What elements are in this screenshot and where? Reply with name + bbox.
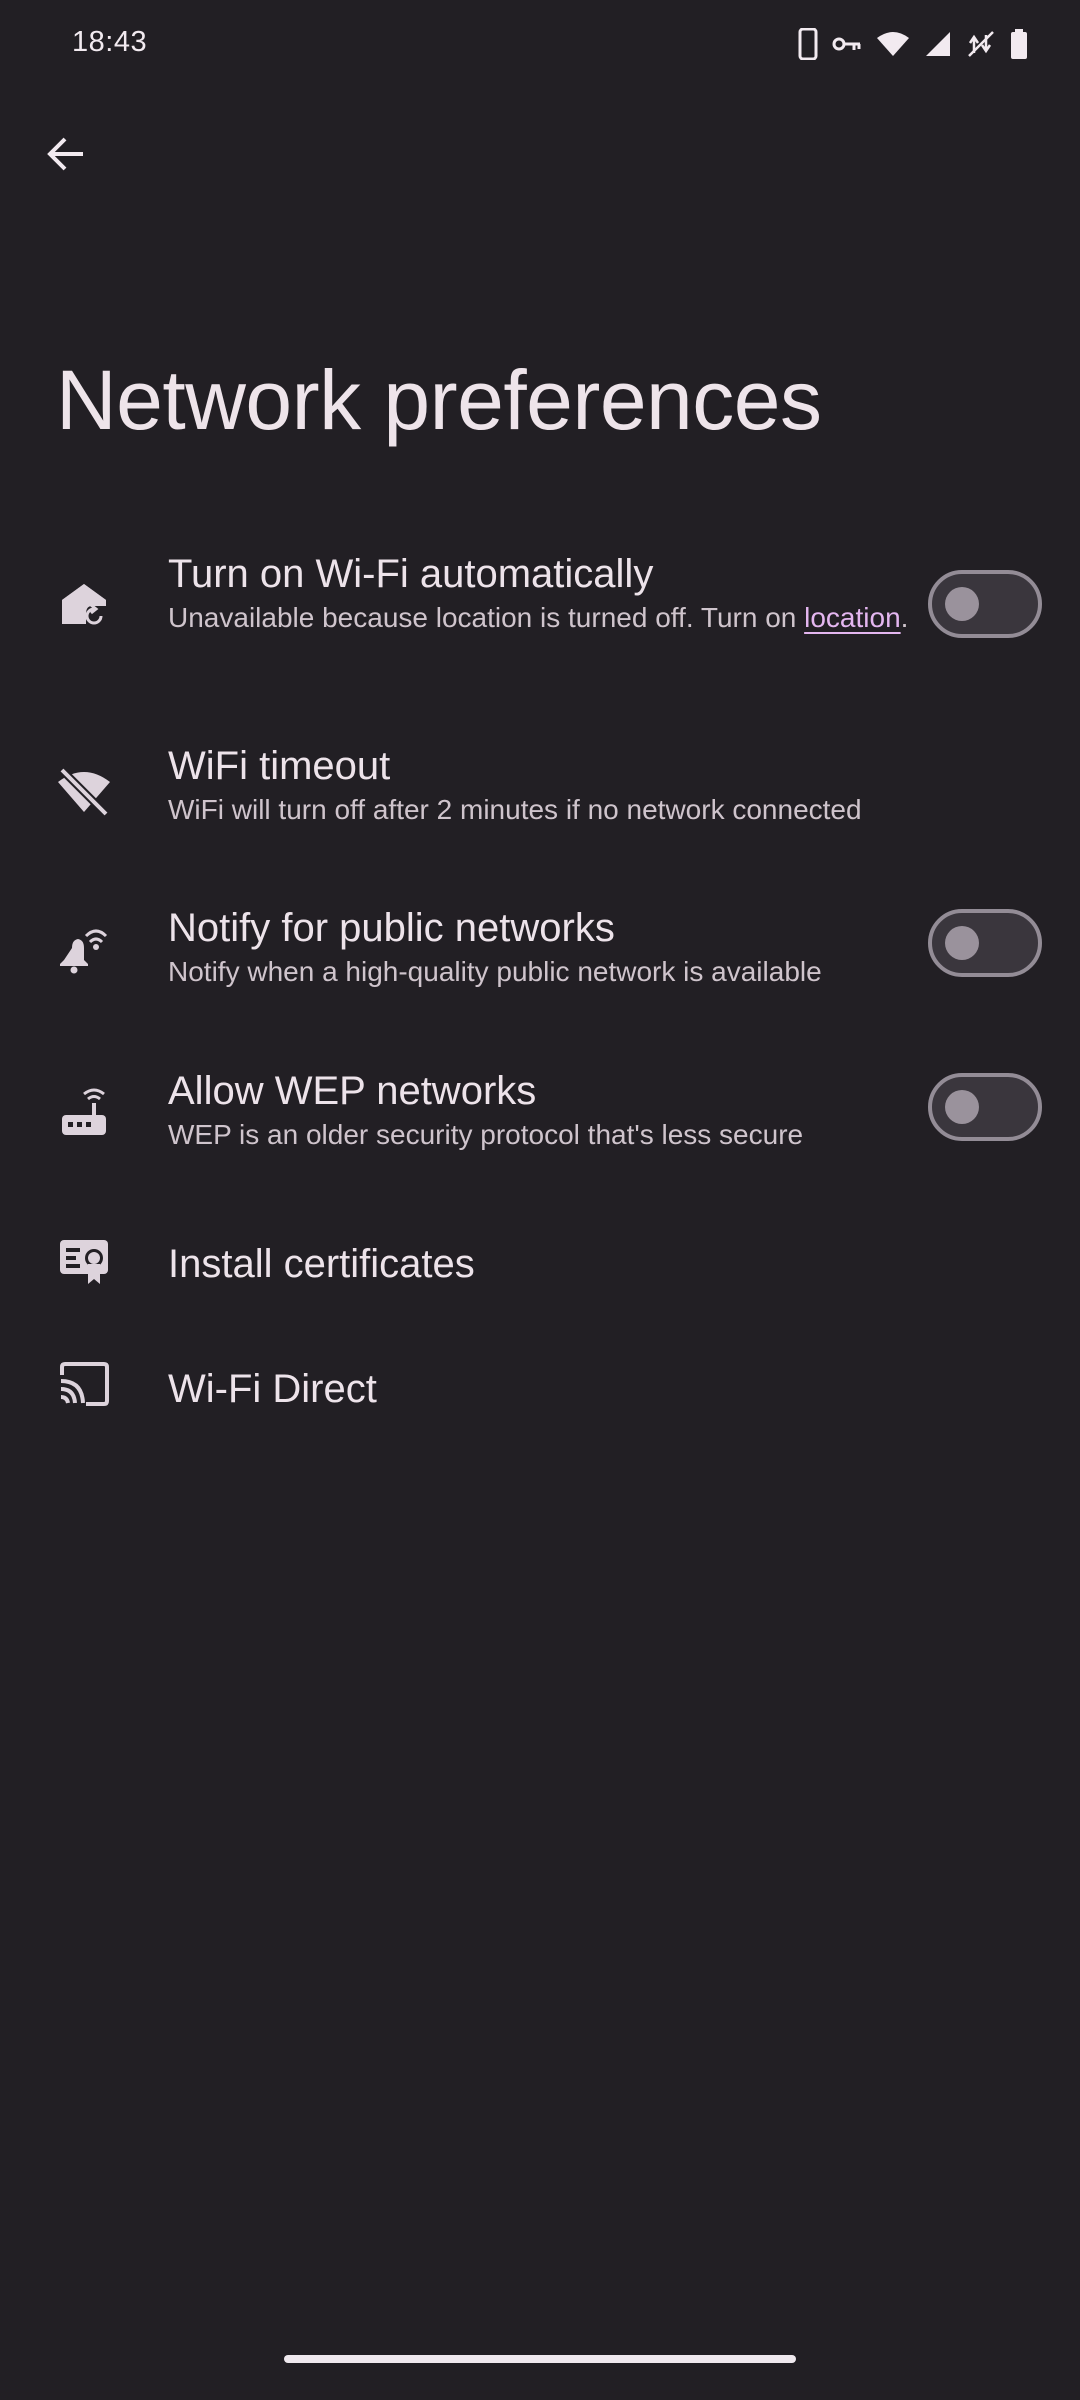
switch-thumb: [945, 587, 979, 621]
page-title: Network preferences: [56, 353, 822, 447]
summary-suffix: .: [900, 602, 909, 633]
back-button[interactable]: [30, 118, 102, 190]
pref-title: Turn on Wi-Fi automatically: [168, 552, 654, 596]
wifi-icon: [877, 32, 909, 56]
summary-text: Unavailable because location is turned o…: [168, 602, 805, 633]
home-sync-icon: [56, 578, 112, 634]
notification-wifi-icon: [56, 920, 112, 976]
allow-wep-switch[interactable]: [928, 1073, 1042, 1141]
pref-wifi-direct[interactable]: Wi-Fi Direct: [0, 1345, 1080, 1435]
network-preferences-screen: 18:43 Network preferences Turn on Wi-Fi …: [0, 0, 1080, 2400]
pref-summary: WEP is an older security protocol that's…: [168, 1119, 804, 1150]
cell-signal-icon: [926, 32, 950, 56]
pref-text: Install certificates: [168, 1240, 930, 1288]
pref-text: Wi-Fi Direct: [168, 1365, 930, 1413]
gesture-nav-bar[interactable]: [284, 2355, 796, 2363]
certificate-icon: [56, 1232, 112, 1288]
pref-wifi-timeout[interactable]: WiFi timeout WiFi will turn off after 2 …: [0, 740, 1080, 850]
pref-title: Notify for public networks: [168, 906, 615, 950]
pref-install-certificates[interactable]: Install certificates: [0, 1220, 1080, 1310]
wifi-off-icon: [56, 764, 112, 820]
pref-summary: WiFi will turn off after 2 minutes if no…: [168, 794, 862, 825]
status-icons: [798, 26, 1028, 62]
wifi-auto-switch[interactable]: [928, 570, 1042, 638]
notify-public-switch[interactable]: [928, 909, 1042, 977]
vpn-key-icon: [832, 37, 861, 51]
status-time: 18:43: [72, 26, 148, 58]
pref-title: Install certificates: [168, 1242, 475, 1286]
no-data-icon: [968, 31, 994, 57]
location-link[interactable]: location: [804, 602, 901, 633]
pref-title: Wi-Fi Direct: [168, 1367, 377, 1411]
cast-icon: [56, 1357, 112, 1413]
switch-thumb: [945, 926, 979, 960]
pref-text: Turn on Wi-Fi automatically Unavailable …: [168, 550, 930, 636]
pref-title: WiFi timeout: [168, 744, 391, 788]
pref-notify-public-networks[interactable]: Notify for public networks Notify when a…: [0, 900, 1080, 1010]
pref-turn-on-wifi-automatically[interactable]: Turn on Wi-Fi automatically Unavailable …: [0, 540, 1080, 680]
status-bar: 18:43: [0, 0, 1080, 90]
phone-icon: [798, 28, 818, 60]
pref-summary: Unavailable because location is turned o…: [168, 600, 930, 636]
battery-icon: [1011, 29, 1027, 59]
pref-title: Allow WEP networks: [168, 1069, 537, 1113]
router-icon: [56, 1087, 112, 1143]
pref-text: Allow WEP networks WEP is an older secur…: [168, 1067, 930, 1153]
arrow-back-icon: [47, 137, 83, 171]
pref-allow-wep-networks[interactable]: Allow WEP networks WEP is an older secur…: [0, 1065, 1080, 1175]
pref-text: Notify for public networks Notify when a…: [168, 904, 930, 990]
pref-text: WiFi timeout WiFi will turn off after 2 …: [168, 742, 930, 828]
pref-summary: Notify when a high-quality public networ…: [168, 956, 822, 987]
switch-thumb: [945, 1090, 979, 1124]
